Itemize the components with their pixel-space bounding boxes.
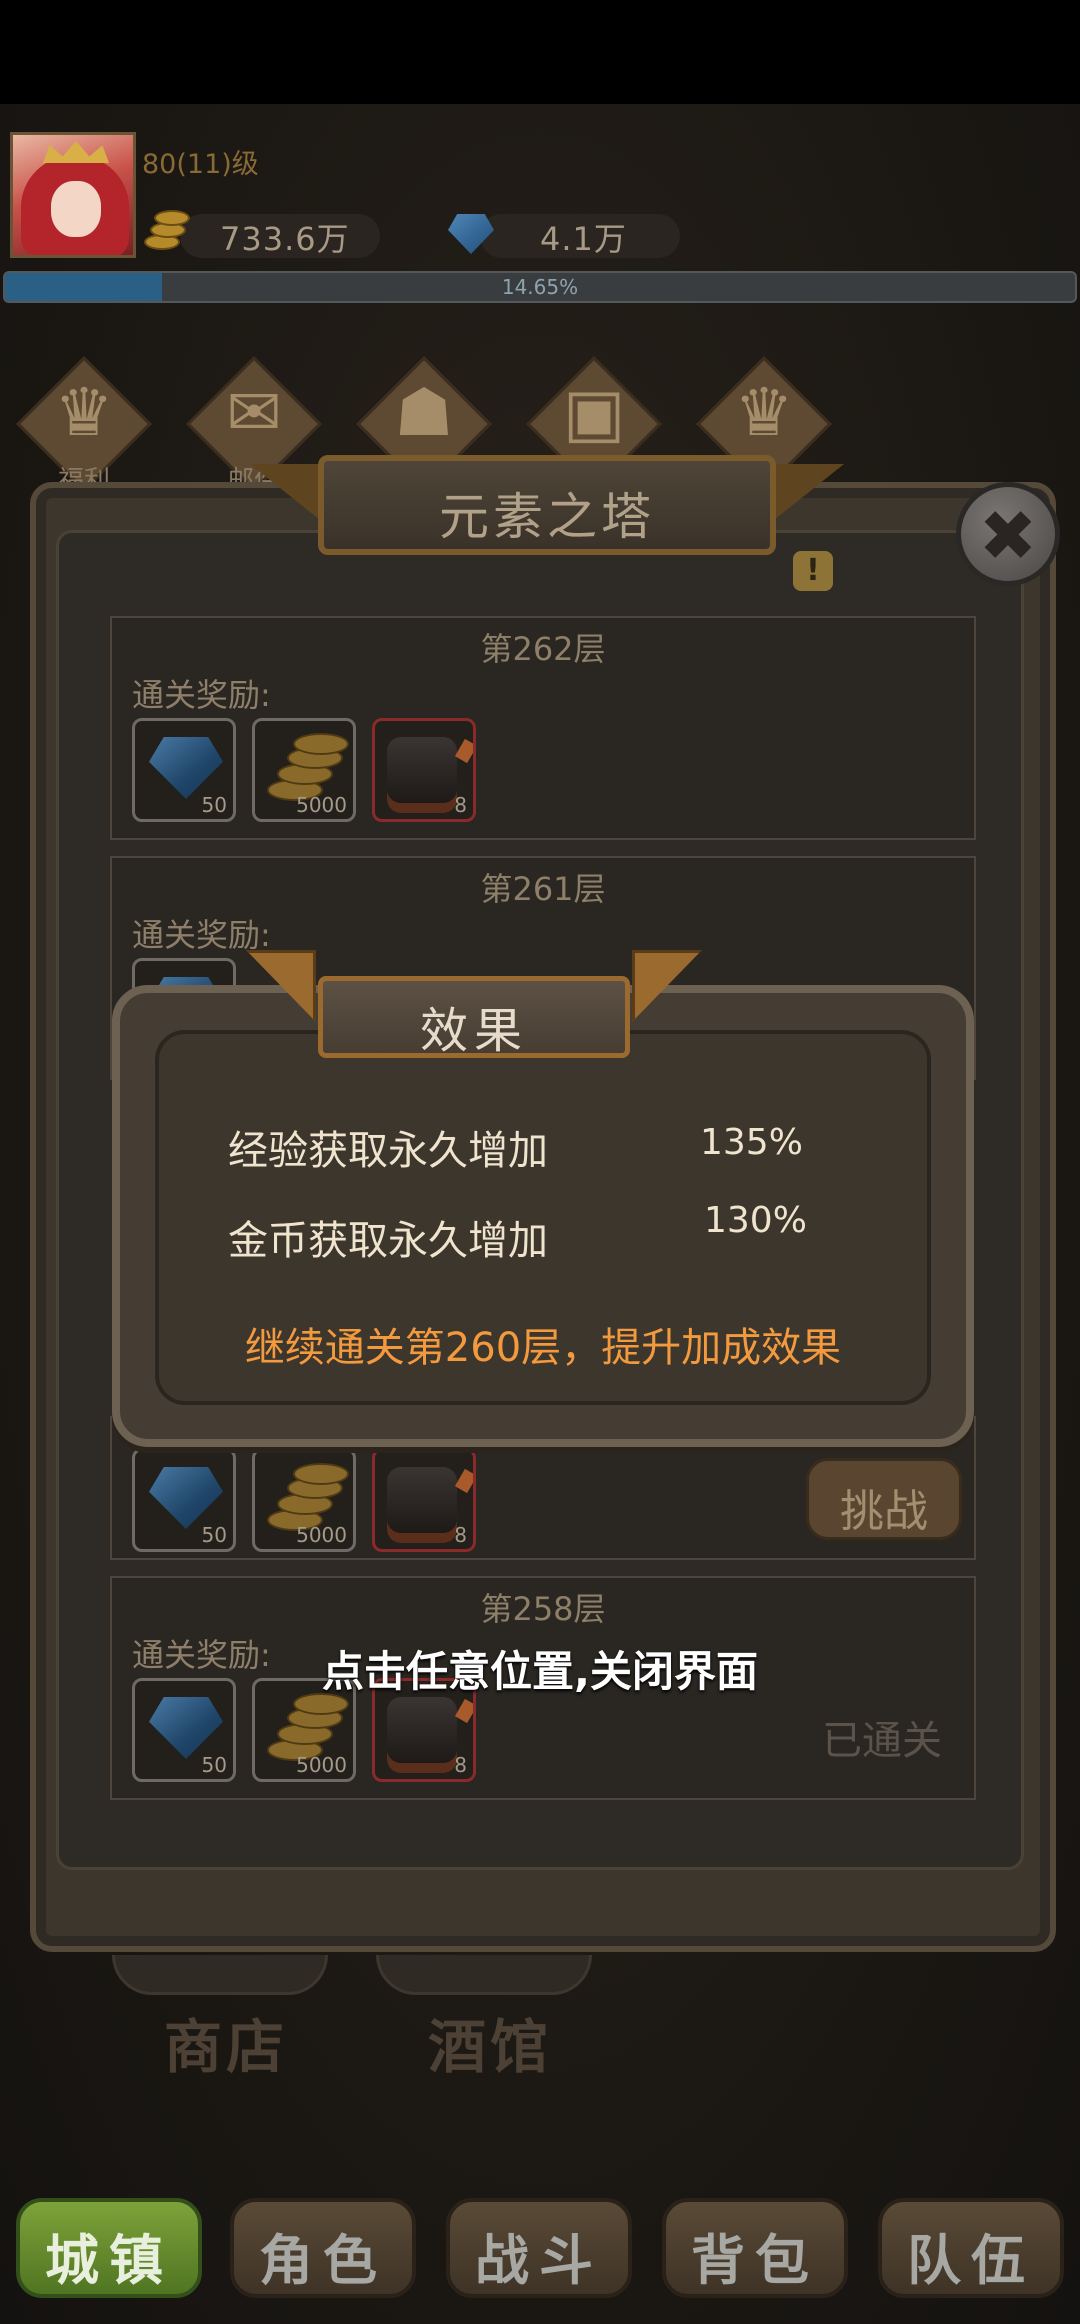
challenge-button-label: 挑战 xyxy=(840,1486,928,1537)
floor-name: 第262层 xyxy=(480,630,606,668)
reward-gem[interactable]: 50 xyxy=(132,1448,236,1552)
reward-qty: 5000 xyxy=(296,1753,347,1777)
gem-icon xyxy=(149,1697,223,1759)
nav-team[interactable]: 队伍 xyxy=(878,2198,1064,2298)
reward-qty: 5000 xyxy=(296,1523,347,1547)
player-avatar[interactable] xyxy=(10,132,136,258)
gold-bonus-label: 金币获取永久增加 xyxy=(228,1218,548,1264)
status-bar xyxy=(0,0,1080,104)
info-icon: ! xyxy=(806,553,820,588)
reward-label: 通关奖励: xyxy=(132,676,271,714)
nav-town-label: 城镇 xyxy=(45,2229,173,2292)
avatar-face xyxy=(51,181,101,237)
reward-qty: 50 xyxy=(201,1753,227,1777)
gold-bonus-value: 130% xyxy=(704,1200,807,1241)
reward-qty: 50 xyxy=(201,1523,227,1547)
nav-bag-label: 背包 xyxy=(691,2229,819,2292)
nav-team-label: 队伍 xyxy=(907,2229,1035,2292)
close-button[interactable]: ✖ xyxy=(956,482,1060,586)
reward-coin[interactable]: 5000 xyxy=(252,1448,356,1552)
nav-battle-label: 战斗 xyxy=(475,2229,603,2292)
floor-name: 第258层 xyxy=(480,1590,606,1628)
info-button[interactable]: ! xyxy=(793,551,833,591)
nav-character-label: 角色 xyxy=(259,2229,387,2292)
shop-label: 商店 xyxy=(164,2013,289,2081)
reward-ore[interactable]: 8 xyxy=(372,1448,476,1552)
exp-bonus-label: 经验获取永久增加 xyxy=(228,1128,548,1174)
close-anywhere-tip: 点击任意位置,关闭界面 xyxy=(322,1647,758,1696)
ore-icon xyxy=(387,737,457,803)
effect-title-plate: 效果 xyxy=(318,976,630,1059)
reward-label: 通关奖励: xyxy=(132,916,271,954)
tavern-building[interactable] xyxy=(376,1955,592,1995)
floor-card-262: 第262层 通关奖励: 50 5000 8 xyxy=(110,616,976,840)
nav-character[interactable]: 角色 xyxy=(230,2198,416,2298)
gem-icon xyxy=(149,1467,223,1529)
challenge-button[interactable]: 挑战 xyxy=(806,1458,962,1540)
reward-coin[interactable]: 5000 xyxy=(252,718,356,822)
gold-amount: 733.6万 xyxy=(220,220,350,258)
reward-gem[interactable]: 50 xyxy=(132,718,236,822)
shop-building[interactable] xyxy=(112,1955,328,1995)
reward-qty: 5000 xyxy=(296,793,347,817)
nav-bag[interactable]: 背包 xyxy=(662,2198,848,2298)
nav-town[interactable]: 城镇 xyxy=(16,2198,202,2298)
effect-title: 效果 xyxy=(419,1003,528,1059)
cleared-status: 已通关 xyxy=(822,1718,942,1764)
gem-amount: 4.1万 xyxy=(540,220,627,258)
reward-qty: 50 xyxy=(201,793,227,817)
gem-icon xyxy=(446,212,496,256)
tavern-label: 酒馆 xyxy=(428,2013,553,2081)
avatar-crown xyxy=(43,141,109,163)
close-icon: ✖ xyxy=(978,495,1038,577)
exp-bar: 14.65% xyxy=(3,271,1077,303)
gem-icon xyxy=(149,737,223,799)
tower-title: 元素之塔 xyxy=(439,488,655,546)
exp-percent: 14.65% xyxy=(501,275,579,299)
welfare-menu[interactable]: ♛ 福利 xyxy=(16,356,152,496)
reward-ore[interactable]: 8 xyxy=(372,718,476,822)
floor-name: 第261层 xyxy=(480,870,606,908)
reward-qty: 8 xyxy=(454,793,467,817)
reward-qty: 8 xyxy=(454,1753,467,1777)
effect-hint: 继续通关第260层，提升加成效果 xyxy=(244,1325,842,1371)
gold-coin-icon xyxy=(140,208,192,254)
player-level: 80(11)级 xyxy=(142,149,259,180)
ore-icon xyxy=(387,1467,457,1533)
ore-icon xyxy=(387,1697,457,1763)
game-screen[interactable]: 80(11)级 733.6万 4.1万 14.65% ♛ 福利 ✉ 邮件 ☗ ▣… xyxy=(0,0,1080,2324)
tower-title-plate: 元素之塔 xyxy=(318,455,776,555)
nav-battle[interactable]: 战斗 xyxy=(446,2198,632,2298)
exp-bonus-value: 135% xyxy=(700,1122,803,1163)
reward-qty: 8 xyxy=(454,1523,467,1547)
